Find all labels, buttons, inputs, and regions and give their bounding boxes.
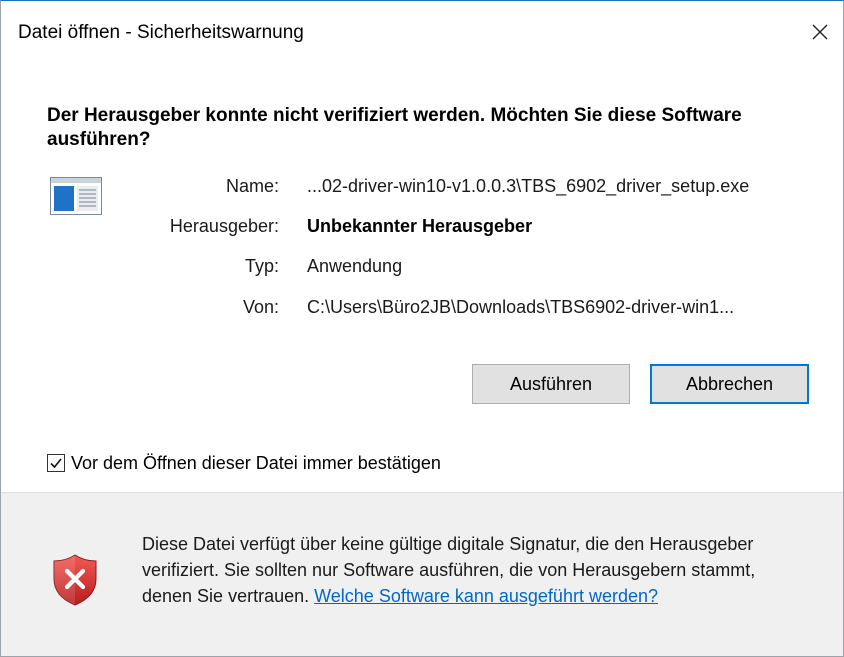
- run-button[interactable]: Ausführen: [472, 364, 630, 404]
- type-label: Typ:: [244, 256, 279, 276]
- checkmark-icon: [50, 458, 62, 469]
- from-label: Von:: [242, 297, 279, 317]
- close-icon: [812, 24, 828, 40]
- info-row-from: Von: C:\Users\Büro2JB\Downloads\TBS6902-…: [1, 292, 843, 322]
- cancel-button[interactable]: Abbrechen: [650, 364, 809, 404]
- info-row-publisher: Herausgeber: Unbekannter Herausgeber: [1, 211, 843, 241]
- signature-warning-footer: Diese Datei verfügt über keine gültige d…: [1, 493, 843, 656]
- always-confirm-checkbox[interactable]: [47, 454, 65, 472]
- title-bar: Datei öffnen - Sicherheitswarnung: [1, 1, 843, 51]
- publisher-value: Unbekannter Herausgeber: [307, 216, 533, 236]
- info-row-type: Typ: Anwendung: [1, 251, 843, 281]
- name-label: Name:: [225, 176, 279, 196]
- warning-headline: Der Herausgeber konnte nicht verifiziert…: [47, 105, 742, 150]
- from-value: C:\Users\Büro2JB\Downloads\TBS6902-drive…: [307, 297, 735, 317]
- security-warning-dialog: Datei öffnen - Sicherheitswarnung Der He…: [0, 0, 844, 657]
- publisher-label: Herausgeber:: [169, 216, 279, 236]
- type-value: Anwendung: [307, 256, 403, 276]
- always-confirm-checkbox-row[interactable]: Vor dem Öffnen dieser Datei immer bestät…: [47, 449, 441, 477]
- window-title: Datei öffnen - Sicherheitswarnung: [18, 22, 304, 43]
- name-value: ...02-driver-win10-v1.0.0.3\TBS_6902_dri…: [307, 176, 750, 196]
- which-software-link[interactable]: Welche Software kann ausgeführt werden?: [314, 586, 658, 606]
- signature-warning-text: Diese Datei verfügt über keine gültige d…: [142, 531, 792, 609]
- always-confirm-label: Vor dem Öffnen dieser Datei immer bestät…: [71, 452, 441, 473]
- shield-error-icon: [53, 554, 97, 606]
- info-row-name: Name: ...02-driver-win10-v1.0.0.3\TBS_69…: [1, 171, 843, 201]
- close-button[interactable]: [797, 15, 843, 49]
